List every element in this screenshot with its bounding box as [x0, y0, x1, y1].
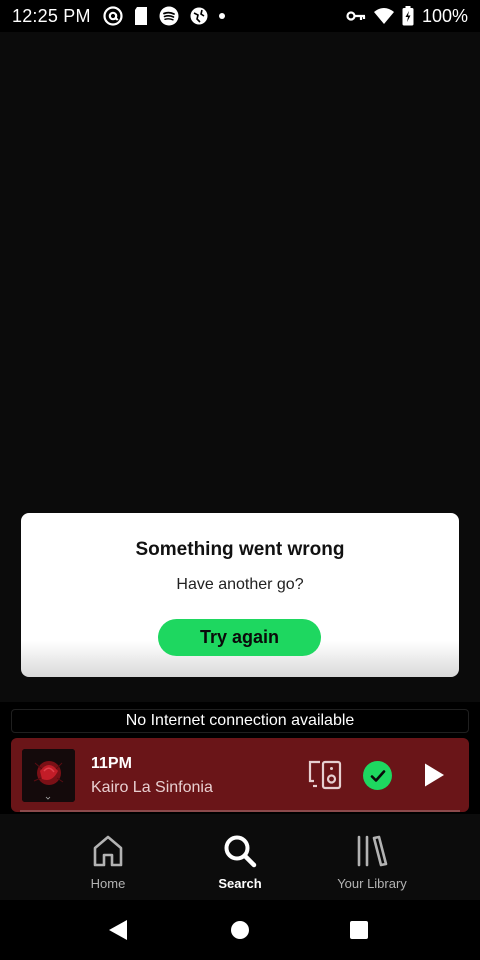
system-nav-bar	[0, 900, 480, 960]
library-icon	[357, 835, 388, 867]
nav-your-library[interactable]: Your Library	[317, 834, 427, 891]
bottom-nav: Home Search Your Library	[0, 814, 480, 900]
album-art-image	[22, 749, 75, 802]
at-sign-icon	[103, 6, 123, 26]
wifi-icon	[373, 8, 394, 24]
check-circle-icon[interactable]	[363, 761, 392, 790]
offline-banner: No Internet connection available	[11, 709, 469, 733]
sim-card-icon	[134, 7, 147, 25]
devices-icon[interactable]	[308, 760, 342, 790]
nav-home-label: Home	[90, 876, 126, 891]
try-again-button[interactable]: Try again	[158, 619, 321, 656]
error-title: Something went wrong	[135, 539, 345, 560]
mini-player[interactable]: 11PM Kairo La Sinfonia	[11, 738, 469, 812]
play-icon[interactable]	[422, 762, 446, 788]
search-icon	[224, 835, 257, 868]
playback-progress	[20, 810, 460, 812]
vpn-globe-icon	[190, 7, 208, 25]
nav-search-label: Search	[218, 876, 262, 891]
track-artist: Kairo La Sinfonia	[91, 779, 213, 796]
spotify-icon	[159, 6, 179, 26]
recents-icon[interactable]	[345, 916, 373, 944]
battery-charging-icon	[402, 6, 414, 26]
vpn-key-icon	[346, 11, 366, 21]
status-notification-icons	[103, 6, 225, 26]
home-circle-icon[interactable]	[226, 916, 254, 944]
back-icon[interactable]	[104, 916, 132, 944]
error-subtitle: Have another go?	[176, 576, 304, 593]
album-art	[22, 749, 75, 802]
status-time: 12:25 PM	[12, 5, 91, 26]
home-icon	[93, 835, 123, 867]
notification-dot-icon	[218, 13, 225, 19]
battery-percentage: 100%	[421, 5, 468, 26]
status-bar: 12:25 PM 100%	[0, 0, 480, 32]
checkmark-icon	[370, 769, 385, 782]
status-system-icons: 100%	[346, 6, 468, 27]
error-card: Something went wrong Have another go? Tr…	[21, 513, 459, 677]
nav-library-label: Your Library	[337, 876, 407, 891]
track-title: 11PM	[91, 755, 132, 772]
nav-home[interactable]: Home	[53, 834, 163, 891]
nav-search[interactable]: Search	[185, 834, 295, 891]
